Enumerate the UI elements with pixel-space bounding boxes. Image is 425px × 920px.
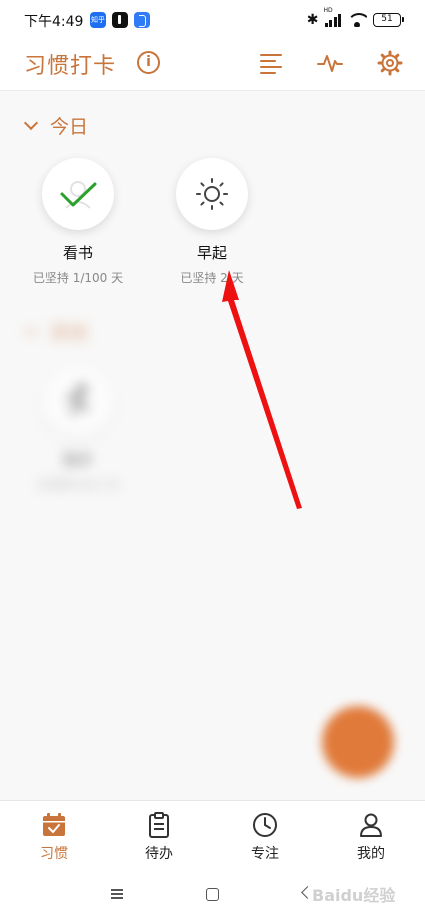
habit-progress: 已坚持 0/21 天 (36, 478, 120, 492)
page-title: 习惯打卡 (24, 54, 117, 79)
nav-item-profile[interactable]: 我的 (321, 811, 421, 863)
status-bar: 下午4:49 知乎 ✱ HD 51 (0, 0, 425, 40)
habit-icon-button[interactable] (42, 158, 114, 230)
run-icon (66, 384, 88, 415)
nav-item-todo[interactable]: 待办 (109, 811, 209, 863)
person-icon (357, 811, 385, 839)
wifi-icon (347, 13, 367, 27)
status-time: 下午4:49 (24, 14, 84, 30)
header-divider (0, 90, 425, 91)
network-label: HD (323, 7, 333, 14)
nav-label: 我的 (357, 846, 385, 862)
tiktok-icon (112, 12, 128, 28)
chevron-down-icon (23, 321, 39, 336)
zhihu-icon: 知乎 (90, 12, 106, 28)
nav-label: 专注 (251, 846, 279, 862)
sun-icon (196, 178, 228, 210)
bluetooth-app-icon (134, 12, 150, 28)
gear-icon[interactable] (376, 49, 404, 77)
app-header: 习惯打卡 i (0, 40, 425, 90)
nav-item-focus[interactable]: 专注 (215, 811, 315, 863)
habit-progress: 已坚持 1/100 天 (32, 271, 124, 285)
add-habit-button[interactable] (322, 706, 394, 778)
habit-card-early-rise[interactable]: 早起 已坚持 2 天 (142, 158, 282, 286)
nav-label: 习惯 (40, 846, 68, 862)
habit-name: 早起 (196, 244, 227, 262)
menu-icon[interactable] (111, 889, 123, 899)
activity-icon[interactable] (316, 49, 344, 77)
bluetooth-icon: ✱ (306, 12, 319, 28)
check-icon (60, 181, 97, 209)
clipboard-icon (145, 811, 173, 839)
section-other-label: 其他 (50, 322, 89, 344)
calendar-icon (40, 811, 68, 839)
battery-icon: 51 (373, 13, 404, 27)
system-nav-bar: Baidu经验 (0, 870, 425, 920)
habit-name: 跑步 (62, 451, 93, 469)
list-icon[interactable] (258, 49, 286, 77)
habit-card-running[interactable]: 跑步 已坚持 0/21 天 (8, 365, 148, 493)
section-today-header[interactable]: 今日 (23, 112, 89, 139)
habit-card-reading[interactable]: 看书 已坚持 1/100 天 (8, 158, 148, 286)
bottom-nav: 习惯 待办 专注 我的 (0, 800, 425, 870)
habit-icon-button[interactable] (176, 158, 248, 230)
nav-item-habits[interactable]: 习惯 (4, 811, 104, 863)
home-icon[interactable] (206, 888, 219, 901)
habit-icon-button[interactable] (42, 365, 114, 437)
nav-label: 待办 (145, 846, 173, 862)
habit-progress: 已坚持 2 天 (180, 271, 244, 285)
section-today-label: 今日 (50, 116, 89, 138)
clock-icon (251, 811, 279, 839)
info-icon[interactable]: i (137, 51, 160, 74)
signal-icon: HD (324, 7, 341, 27)
chevron-down-icon (23, 115, 39, 130)
watermark: Baidu经验 (312, 886, 396, 905)
habit-name: 看书 (62, 244, 93, 262)
section-other-header[interactable]: 其他 (23, 318, 89, 345)
status-indicators: ✱ HD 51 (306, 7, 404, 30)
